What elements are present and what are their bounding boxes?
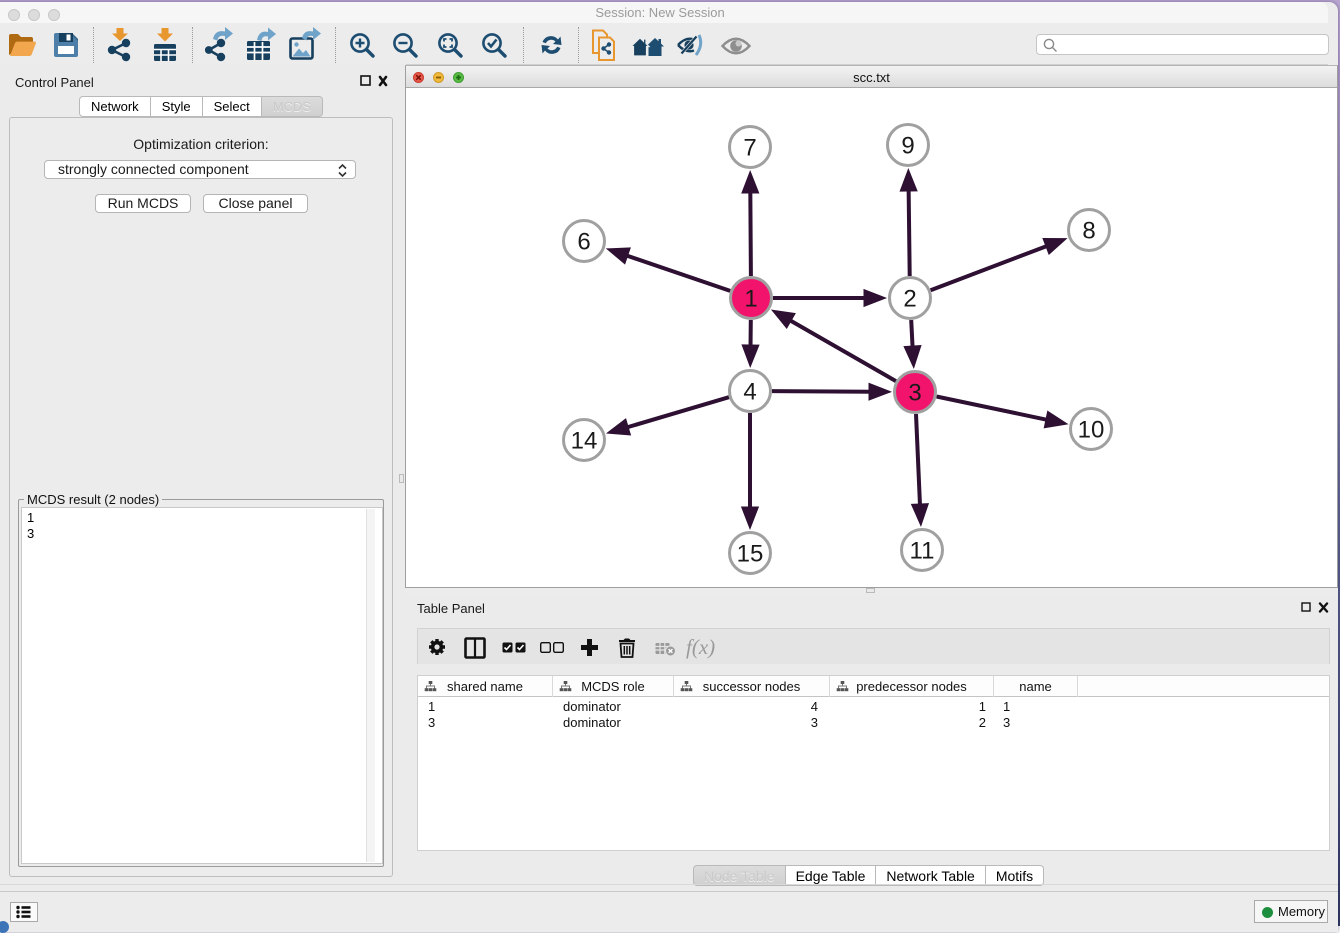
svg-text:14: 14: [571, 428, 598, 455]
svg-text:8: 8: [1082, 218, 1095, 245]
svg-text:3: 3: [908, 380, 921, 407]
svg-text:1: 1: [744, 286, 757, 313]
svg-text:15: 15: [737, 541, 764, 568]
svg-text:6: 6: [577, 229, 590, 256]
svg-text:2: 2: [903, 286, 916, 313]
svg-text:9: 9: [901, 133, 914, 160]
svg-text:11: 11: [910, 538, 935, 565]
svg-text:4: 4: [743, 379, 756, 406]
svg-text:10: 10: [1078, 417, 1105, 444]
svg-text:7: 7: [743, 135, 756, 162]
